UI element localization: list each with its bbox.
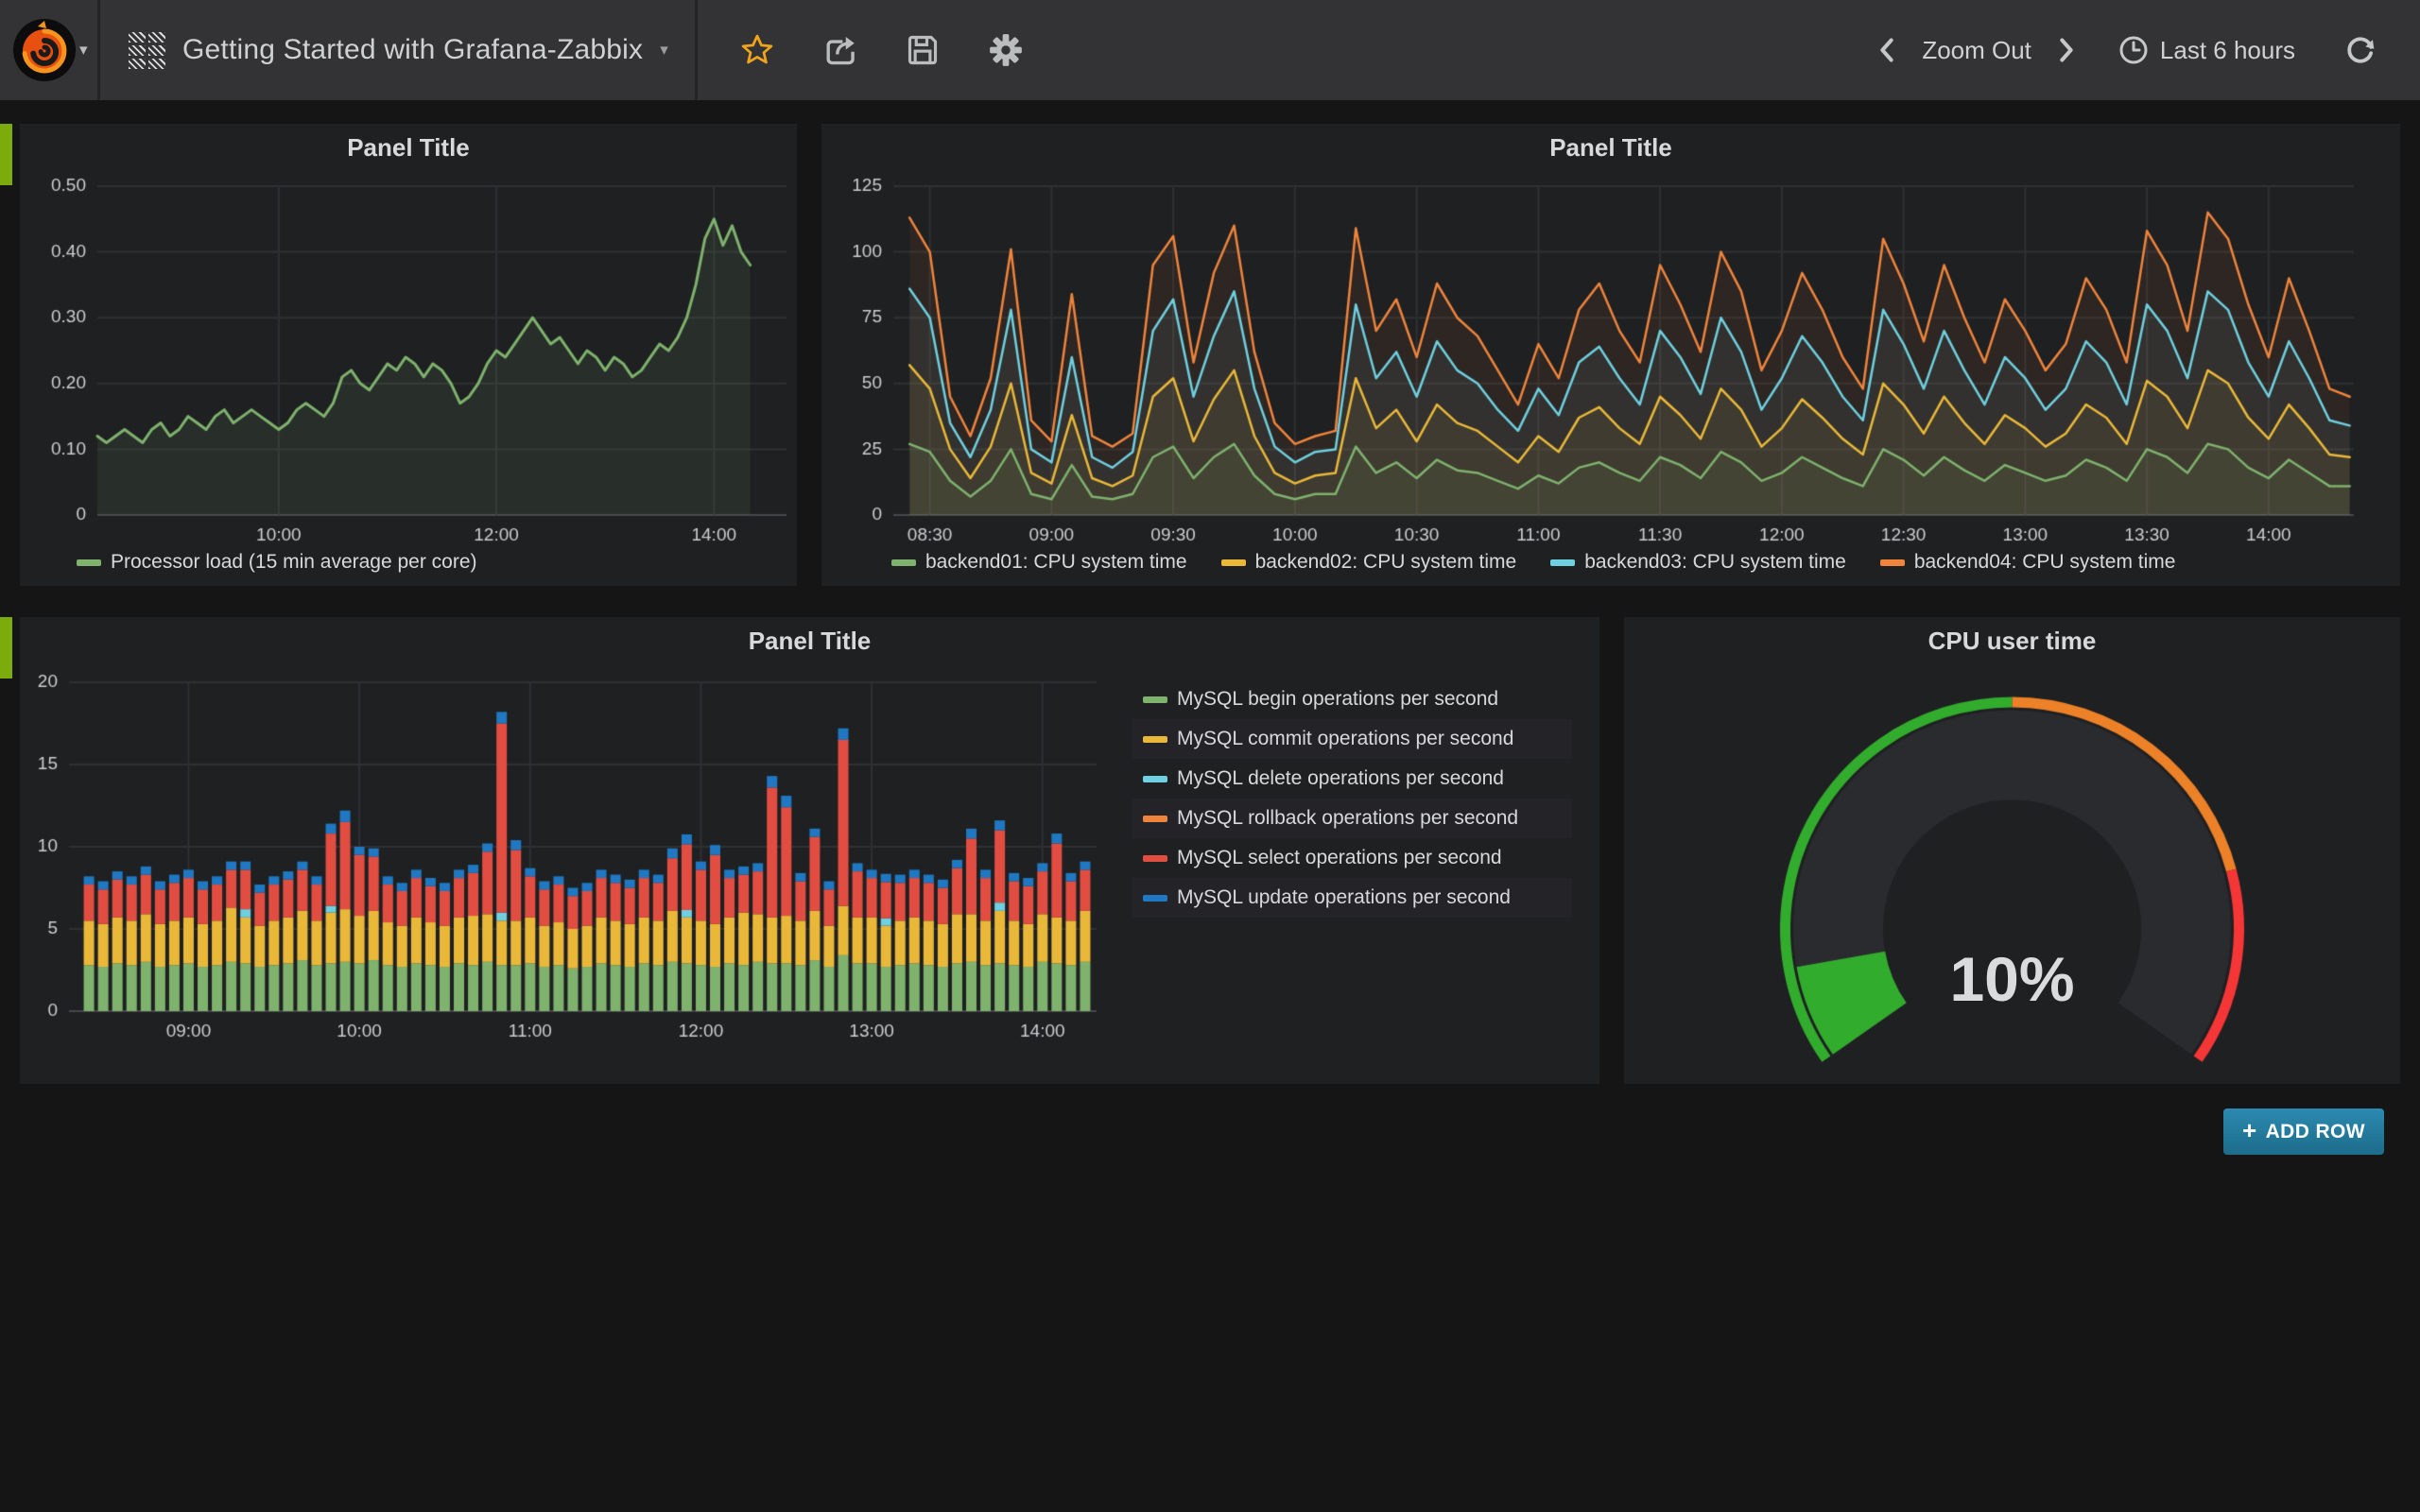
gear-icon <box>989 33 1023 67</box>
add-row-label: ADD ROW <box>2266 1121 2365 1143</box>
dashboard-actions <box>698 33 1023 67</box>
series-color-dash <box>1143 696 1167 703</box>
panel-cpu-system-time: Panel Title backend01: CPU system time b… <box>821 124 2400 586</box>
legend-item[interactable]: MySQL commit operations per second <box>1132 719 1572 759</box>
legend-item[interactable]: backend03: CPU system time <box>1550 551 1846 574</box>
time-controls: Zoom Out Last 6 hours <box>1876 34 2420 66</box>
panel-title[interactable]: Panel Title <box>20 627 1599 656</box>
dashboard-page: ▾ Getting Started with Grafana-Zabbix ▾ <box>0 0 2420 1512</box>
panel-processor-load: Panel Title Processor load (15 min avera… <box>20 124 797 586</box>
legend-item[interactable]: MySQL delete operations per second <box>1132 759 1572 799</box>
time-range-label: Last 6 hours <box>2160 36 2295 65</box>
save-button[interactable] <box>906 33 940 67</box>
chevron-right-icon <box>2056 37 2077 63</box>
row-collapse-handle[interactable] <box>0 124 12 185</box>
graph-legend-table: MySQL begin operations per second MySQL … <box>1132 679 1572 918</box>
grafana-logo-icon <box>13 19 76 81</box>
panel-title[interactable]: CPU user time <box>1624 627 2400 656</box>
graph-canvas[interactable] <box>821 162 2400 558</box>
top-navbar: ▾ Getting Started with Grafana-Zabbix ▾ <box>0 0 2420 100</box>
save-icon <box>906 33 940 67</box>
legend-item[interactable]: backend02: CPU system time <box>1221 551 1517 574</box>
series-color-dash <box>1143 816 1167 822</box>
chevron-left-icon <box>1876 37 1897 63</box>
refresh-button[interactable] <box>2344 34 2377 66</box>
gauge-value: 10% <box>1624 946 2400 1012</box>
series-label: MySQL select operations per second <box>1177 847 1502 869</box>
time-shift-forward-button[interactable] <box>2056 37 2077 63</box>
series-color-dash <box>1143 776 1167 782</box>
graph-legend: Processor load (15 min average per core) <box>77 551 477 574</box>
series-label: MySQL rollback operations per second <box>1177 807 1518 830</box>
legend-item[interactable]: backend04: CPU system time <box>1880 551 2176 574</box>
panel-title[interactable]: Panel Title <box>20 133 797 163</box>
zoom-out-button[interactable]: Zoom Out <box>1922 36 2031 65</box>
series-label: backend01: CPU system time <box>925 551 1187 574</box>
series-color-dash <box>1143 736 1167 743</box>
legend-item[interactable]: MySQL update operations per second <box>1132 878 1572 918</box>
legend-item[interactable]: backend01: CPU system time <box>891 551 1187 574</box>
legend-item[interactable]: MySQL select operations per second <box>1132 838 1572 878</box>
gauge-canvas[interactable] <box>1624 655 2400 1084</box>
graph-legend: backend01: CPU system time backend02: CP… <box>891 551 2175 574</box>
chevron-down-icon: ▾ <box>79 41 88 60</box>
plus-icon: + <box>2242 1116 2257 1145</box>
dashboard-title-dropdown[interactable]: Getting Started with Grafana-Zabbix ▾ <box>100 0 698 100</box>
series-label: MySQL begin operations per second <box>1177 688 1498 711</box>
time-shift-back-button[interactable] <box>1876 37 1897 63</box>
series-label: backend02: CPU system time <box>1255 551 1517 574</box>
series-label: MySQL delete operations per second <box>1177 767 1504 790</box>
series-color-dash <box>891 559 916 566</box>
star-button[interactable] <box>741 34 773 66</box>
dashboard-grid-icon <box>129 32 165 69</box>
panel-cpu-user-time: CPU user time 10% <box>1624 617 2400 1084</box>
graph-canvas[interactable] <box>20 162 797 558</box>
share-icon <box>822 33 856 67</box>
series-color-dash <box>1143 895 1167 902</box>
grafana-menu-button[interactable]: ▾ <box>0 0 100 100</box>
row-collapse-handle[interactable] <box>0 617 12 679</box>
clock-icon <box>2118 35 2149 65</box>
panel-title[interactable]: Panel Title <box>821 133 2400 163</box>
add-row-button[interactable]: + ADD ROW <box>2223 1108 2384 1155</box>
panel-mysql-operations: Panel Title MySQL begin operations per s… <box>20 617 1599 1084</box>
legend-item[interactable]: MySQL begin operations per second <box>1132 679 1572 719</box>
settings-button[interactable] <box>989 33 1023 67</box>
series-color-dash <box>1143 855 1167 862</box>
series-label: backend03: CPU system time <box>1584 551 1846 574</box>
refresh-icon <box>2344 34 2377 66</box>
series-color-dash <box>1550 559 1575 566</box>
legend-item[interactable]: Processor load (15 min average per core) <box>77 551 477 574</box>
star-icon <box>741 34 773 66</box>
series-color-dash <box>1221 559 1246 566</box>
legend-item[interactable]: MySQL rollback operations per second <box>1132 799 1572 838</box>
series-label: MySQL commit operations per second <box>1177 728 1513 750</box>
time-range-picker[interactable]: Last 6 hours <box>2118 35 2295 65</box>
series-label: backend04: CPU system time <box>1914 551 2176 574</box>
chevron-down-icon: ▾ <box>660 41 668 60</box>
dashboard-title: Getting Started with Grafana-Zabbix <box>182 34 643 66</box>
series-color-dash <box>77 559 101 566</box>
series-color-dash <box>1880 559 1905 566</box>
share-button[interactable] <box>822 33 856 67</box>
series-label: MySQL update operations per second <box>1177 886 1511 909</box>
series-label: Processor load (15 min average per core) <box>111 551 477 574</box>
